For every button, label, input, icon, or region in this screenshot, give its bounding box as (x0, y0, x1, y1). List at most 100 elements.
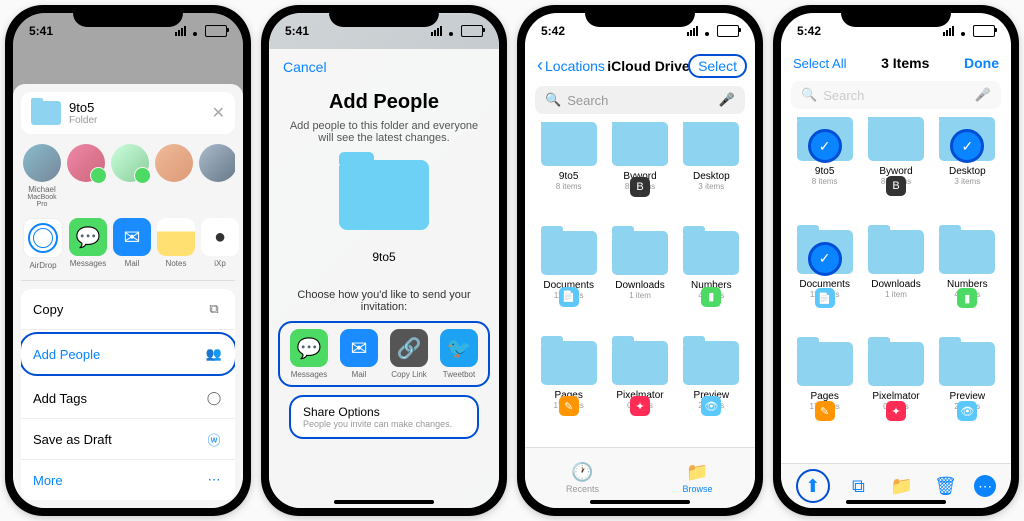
folder-icon (612, 122, 668, 166)
invitation-prompt: Choose how you'd like to send your invit… (289, 289, 479, 313)
folder-subtitle: Folder (69, 115, 204, 126)
tab-browse[interactable]: 📁Browse (640, 448, 755, 508)
folder-item[interactable]: 👁Preview2 items (934, 342, 1001, 447)
share-button[interactable]: ⬆ (796, 469, 830, 503)
folder-item-count: 1 item (629, 291, 651, 300)
folder-item-count: 1 item (885, 290, 907, 299)
app-airdrop[interactable]: AirDrop (23, 218, 63, 270)
tab-recents[interactable]: 🕐Recents (525, 448, 640, 508)
app-notes[interactable]: Notes (157, 218, 195, 270)
folder-item[interactable]: ✎Pages17 items (791, 342, 858, 447)
folder-item[interactable]: ✦Pixelmator0 items (862, 342, 929, 447)
modal-subtitle: Add people to this folder and everyone w… (289, 120, 479, 144)
back-button[interactable]: ‹Locations (537, 55, 605, 76)
cancel-button[interactable]: Cancel (283, 59, 327, 75)
folder-icon (868, 230, 924, 274)
app-messages[interactable]: 💬Messages (69, 218, 107, 270)
folder-icon (683, 122, 739, 166)
folder-icon: 📁 (687, 462, 709, 482)
search-field[interactable]: 🔍Search🎤 (535, 86, 745, 114)
folder-item[interactable]: ▮Numbers4 items (934, 230, 1001, 335)
folder-item-count: 3 items (698, 182, 724, 191)
folder-item-count: 8 items (812, 177, 838, 186)
folder-item-count: 8 items (556, 182, 582, 191)
folder-item[interactable]: ✦Pixelmator0 items (606, 341, 673, 442)
folder-preview-icon (339, 160, 429, 230)
wordpress-icon: ⓦ (205, 430, 223, 448)
phone-2: 5:41 Cancel Add People Add people to thi… (261, 5, 507, 516)
nav-bar: ‹Locations iCloud Drive Select (525, 49, 755, 82)
invite-tweetbot[interactable]: 🐦Tweetbot (438, 329, 480, 379)
clock-icon: 🕐 (572, 462, 594, 482)
folder-item[interactable]: Desktop3 items (678, 122, 745, 223)
duplicate-button[interactable]: ⧉ (843, 476, 873, 497)
share-sheet: 9to5Folder ✕ MichaelMacBook Pro AirDrop … (13, 84, 243, 508)
folder-icon (541, 122, 597, 166)
select-all-button[interactable]: Select All (793, 56, 846, 71)
selected-check-icon: ✓ (808, 129, 842, 163)
folder-icon (939, 230, 995, 274)
more-button[interactable]: ⋯ (974, 475, 996, 497)
tab-bar: 🕐Recents 📁Browse (525, 447, 755, 508)
share-apps: AirDrop 💬Messages ✉Mail Notes ●iXp (21, 218, 235, 281)
copy-icon: ⧉ (205, 300, 223, 318)
action-more[interactable]: More⋯ (21, 460, 235, 500)
search-field[interactable]: 🔍Search🎤 (791, 81, 1001, 109)
folder-item[interactable]: BByword85 items (862, 117, 929, 222)
invite-copy-link[interactable]: 🔗Copy Link (388, 329, 430, 379)
folder-icon (612, 231, 668, 275)
folder-icon (683, 341, 739, 385)
folder-item[interactable]: Downloads1 item (606, 231, 673, 332)
phone-1: 5:41 9to5Folder ✕ MichaelMacBook Pro Air… (5, 5, 251, 516)
phone-4: 5:42 Select All 3 Items Done 🔍Search🎤 ✓9… (773, 5, 1019, 516)
folder-icon (683, 231, 739, 275)
selected-check-icon: ✓ (808, 242, 842, 276)
share-options-row[interactable]: Share Options People you invite can make… (289, 395, 479, 439)
folder-item[interactable]: ✓Desktop3 items (934, 117, 1001, 222)
add-people-modal: Cancel Add People Add people to this fol… (269, 49, 499, 508)
folder-item[interactable]: 📄Documents11 items (535, 231, 602, 332)
folder-item[interactable]: 9to58 items (535, 122, 602, 223)
more-icon: ⋯ (205, 471, 223, 489)
action-copy[interactable]: Copy⧉ (21, 289, 235, 330)
folder-grid: ✓9to58 itemsBByword85 items✓Desktop3 ite… (781, 117, 1011, 447)
action-list: Copy⧉ Add People👥 Add Tags◯ Save as Draf… (21, 289, 235, 500)
app-mail[interactable]: ✉Mail (113, 218, 151, 270)
search-icon: 🔍 (801, 87, 817, 103)
close-icon[interactable]: ✕ (212, 103, 225, 123)
nav-bar: Select All 3 Items Done (781, 49, 1011, 77)
folder-item[interactable]: ✓9to58 items (791, 117, 858, 222)
folder-name: 9to5 (372, 250, 395, 264)
folder-item[interactable]: BByword85 items (606, 122, 673, 223)
mic-icon[interactable]: 🎤 (975, 87, 991, 103)
action-add-people[interactable]: Add People👥 (21, 332, 235, 376)
select-button[interactable]: Select (688, 54, 747, 78)
folder-icon (868, 342, 924, 386)
folder-item[interactable]: 👁Preview2 items (678, 341, 745, 442)
airdrop-person[interactable]: MichaelMacBook Pro (23, 144, 61, 208)
folder-item[interactable]: ✎Pages17 items (535, 341, 602, 442)
folder-name: Desktop (693, 171, 730, 182)
folder-item[interactable]: ▮Numbers4 items (678, 231, 745, 332)
mic-icon[interactable]: 🎤 (719, 92, 735, 108)
invite-messages[interactable]: 💬Messages (288, 329, 330, 379)
folder-icon (868, 117, 924, 161)
page-title: 3 Items (881, 55, 929, 71)
action-save-draft[interactable]: Save as Draftⓦ (21, 419, 235, 460)
folder-title: 9to5 (69, 100, 204, 115)
app-more[interactable]: ●iXp (201, 218, 239, 270)
folder-icon (541, 341, 597, 385)
folder-grid: 9to58 itemsBByword85 itemsDesktop3 items… (525, 122, 755, 442)
folder-item[interactable]: Downloads1 item (862, 230, 929, 335)
delete-button[interactable]: 🗑 (931, 476, 961, 497)
folder-name: Desktop (949, 166, 986, 177)
folder-icon (31, 101, 61, 125)
folder-name: Downloads (615, 280, 664, 291)
folder-item[interactable]: 📄✓Documents11 items (791, 230, 858, 335)
airdrop-people: MichaelMacBook Pro (21, 144, 235, 218)
done-button[interactable]: Done (964, 55, 999, 71)
folder-item-count: 3 items (954, 177, 980, 186)
invite-mail[interactable]: ✉Mail (338, 329, 380, 379)
move-button[interactable]: 📁 (887, 476, 917, 497)
action-add-tags[interactable]: Add Tags◯ (21, 378, 235, 419)
